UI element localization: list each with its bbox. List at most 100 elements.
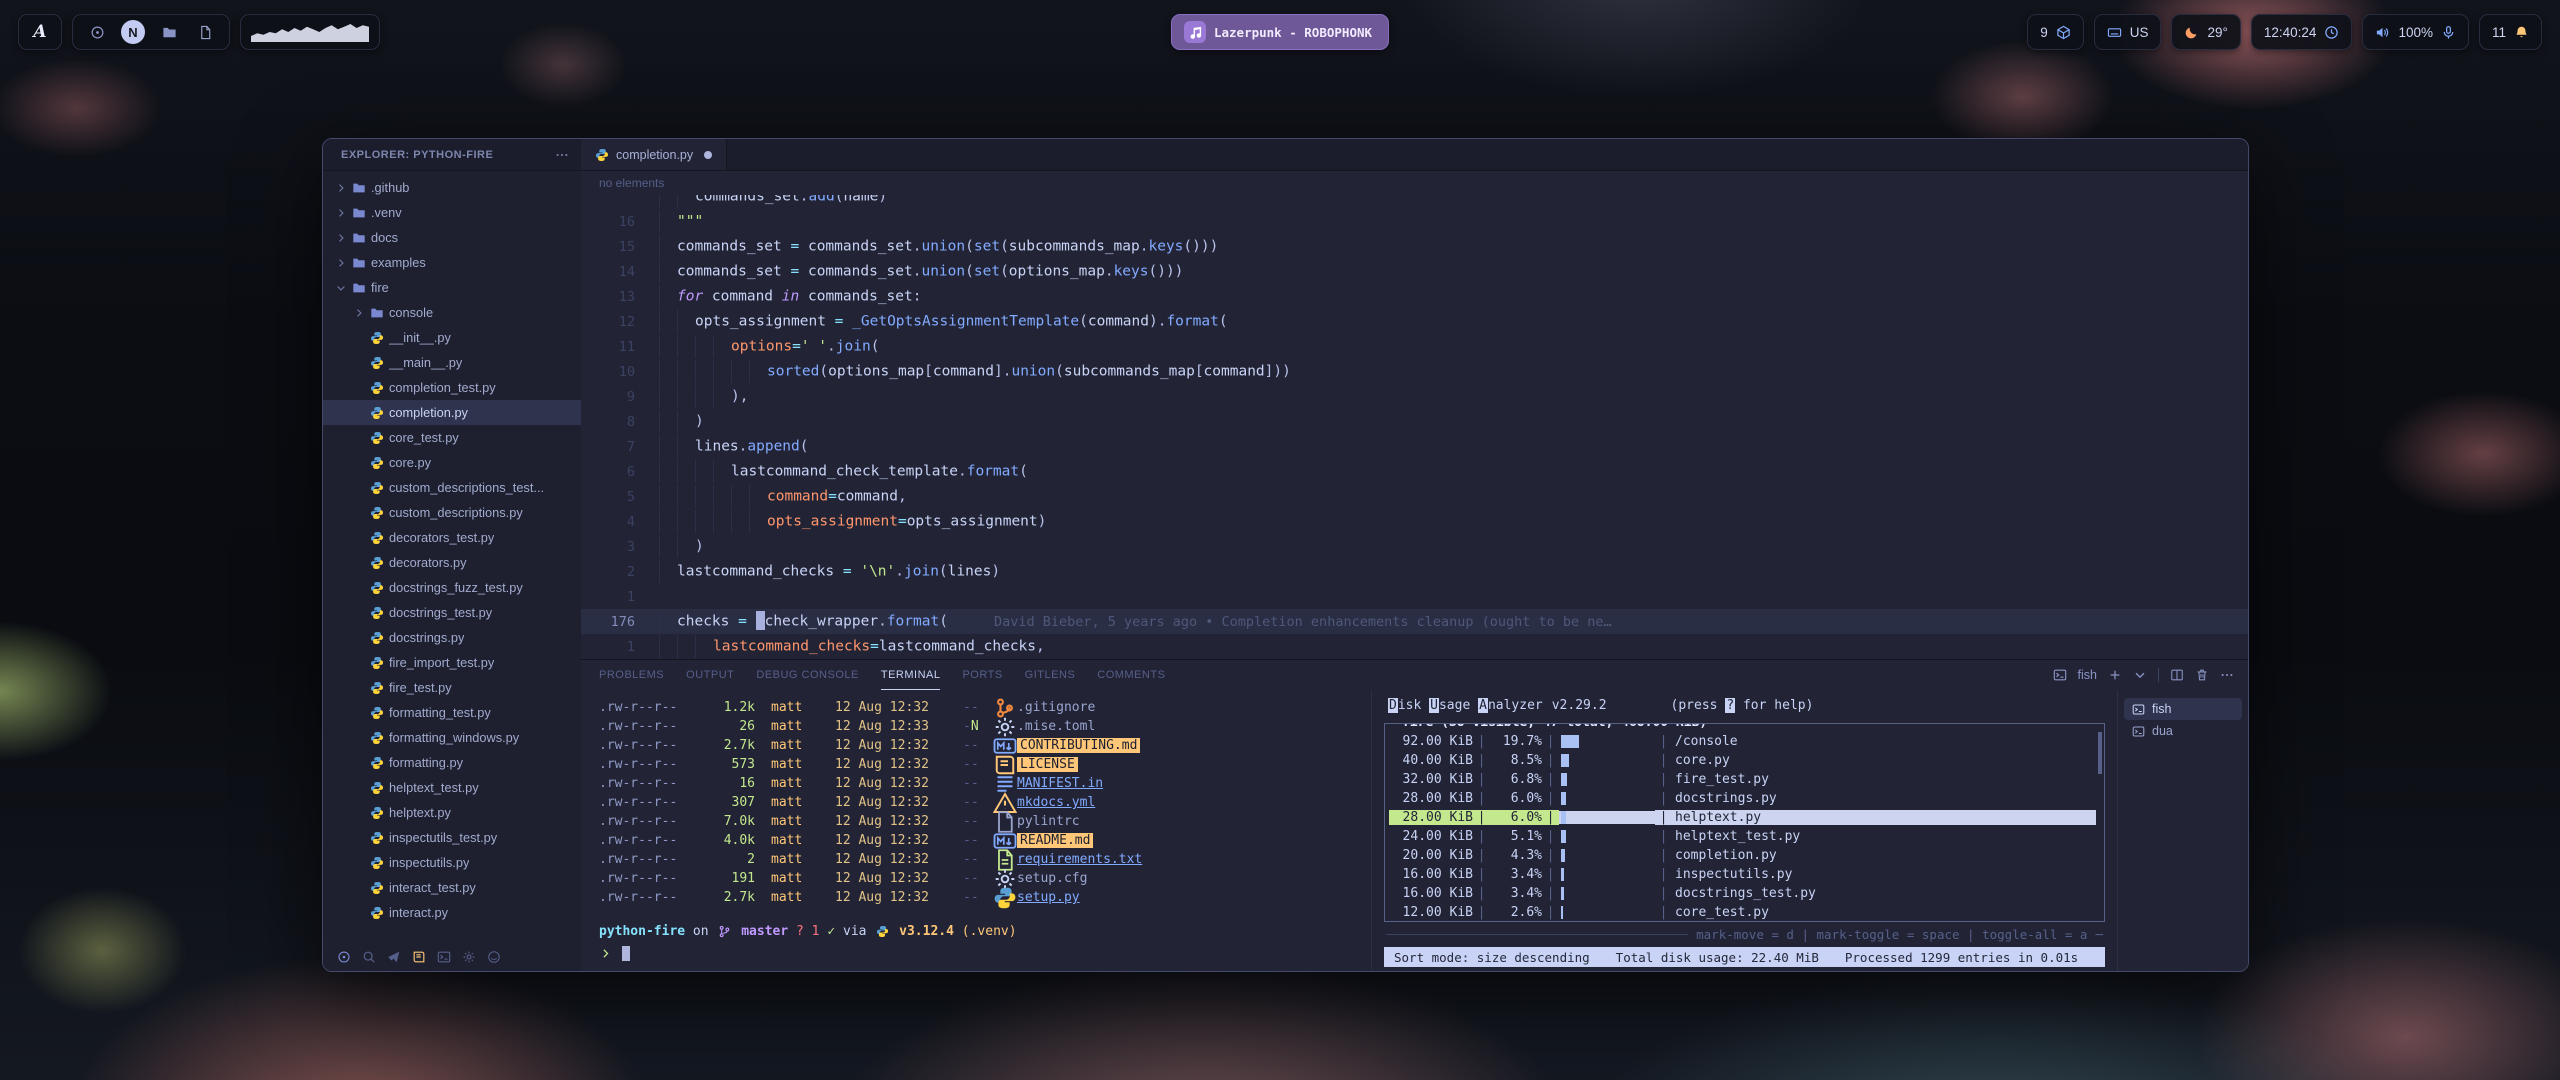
send-icon[interactable] <box>387 950 401 964</box>
code-line[interactable]: 15commands_set = commands_set.union(set(… <box>581 234 2248 259</box>
dua-row-helptext.py[interactable]: 28.00 KiB|6.0%||helptext.py <box>1389 808 2096 827</box>
code-line[interactable]: 14commands_set = commands_set.union(set(… <box>581 259 2248 284</box>
explorer-item-docs[interactable]: docs <box>323 225 581 250</box>
code-line[interactable]: 3) <box>581 534 2248 559</box>
code-line[interactable]: 2lastcommand_checks = '\n'.join(lines) <box>581 559 2248 584</box>
explorer-item-examples[interactable]: examples <box>323 250 581 275</box>
explorer-item-__init__.py[interactable]: __init__.py <box>323 325 581 350</box>
explorer-more-actions-icon[interactable] <box>555 148 569 162</box>
terminal-tab-dua[interactable]: dua <box>2124 720 2242 742</box>
explorer-item-interact.py[interactable]: interact.py <box>323 900 581 925</box>
clock-widget[interactable]: 12:40:24 <box>2251 14 2353 50</box>
gear-icon[interactable] <box>462 950 476 964</box>
workspace-4[interactable] <box>193 20 217 44</box>
terminal-profile-label[interactable]: fish <box>2078 668 2097 682</box>
explorer-item-helptext.py[interactable]: helptext.py <box>323 800 581 825</box>
terminal-filename[interactable]: README.md <box>1017 833 1093 848</box>
code-line[interactable]: 13for command in commands_set: <box>581 284 2248 309</box>
smiley-icon[interactable] <box>487 950 501 964</box>
code-line[interactable]: commands_set.add(name) <box>581 195 2248 209</box>
code-editor[interactable]: commands_set.add(name)16"""15commands_se… <box>581 195 2248 659</box>
updates-widget[interactable]: 9 <box>2027 14 2084 50</box>
explorer-item-custom_descriptions_test...[interactable]: custom_descriptions_test... <box>323 475 581 500</box>
code-line[interactable]: 11options=' '.join( <box>581 334 2248 359</box>
app-launcher-button[interactable]: A <box>18 14 62 50</box>
weather-widget[interactable]: 29° <box>2171 14 2240 50</box>
explorer-item-docstrings.py[interactable]: docstrings.py <box>323 625 581 650</box>
kill-terminal-icon[interactable] <box>2195 668 2209 682</box>
code-line[interactable]: 7lines.append( <box>581 434 2248 459</box>
tab-completion-py[interactable]: completion.py <box>581 139 727 170</box>
code-line[interactable]: 1lastcommand_checks=lastcommand_checks, <box>581 634 2248 659</box>
dua-row-fire_test.py[interactable]: 32.00 KiB|6.8%||fire_test.py <box>1389 770 2096 789</box>
disk-usage-pane[interactable]: Disk Usage Analyzer v2.29.2 (press ? for… <box>1371 690 2117 971</box>
terminal-filename[interactable]: CONTRIBUTING.md <box>1017 738 1140 753</box>
explorer-item-fire_import_test.py[interactable]: fire_import_test.py <box>323 650 581 675</box>
terminal-filename[interactable]: requirements.txt <box>1017 852 1142 867</box>
chevron-down-icon[interactable] <box>2133 668 2147 682</box>
terminal-tab-fish[interactable]: fish <box>2124 698 2242 720</box>
panel-tab-ports[interactable]: PORTS <box>962 660 1002 690</box>
code-line[interactable]: 4opts_assignment=opts_assignment) <box>581 509 2248 534</box>
system-monitor-graph[interactable] <box>240 14 380 50</box>
dua-row-docstrings_test.py[interactable]: 16.00 KiB|3.4%||docstrings_test.py <box>1389 884 2096 903</box>
code-line[interactable]: 8) <box>581 409 2248 434</box>
explorer-item-inspectutils_test.py[interactable]: inspectutils_test.py <box>323 825 581 850</box>
explorer-item-completion.py[interactable]: completion.py <box>323 400 581 425</box>
term-icon[interactable] <box>437 950 451 964</box>
split-terminal-icon[interactable] <box>2170 668 2184 682</box>
explorer-item-.github[interactable]: .github <box>323 175 581 200</box>
explorer-item-core_test.py[interactable]: core_test.py <box>323 425 581 450</box>
explorer-item-helptext_test.py[interactable]: helptext_test.py <box>323 775 581 800</box>
circle-dot-icon[interactable] <box>337 950 351 964</box>
explorer-item-__main__.py[interactable]: __main__.py <box>323 350 581 375</box>
dua-row-helptext_test.py[interactable]: 24.00 KiB|5.1%||helptext_test.py <box>1389 827 2096 846</box>
panel-tab-problems[interactable]: PROBLEMS <box>599 660 664 690</box>
code-line[interactable]: 16""" <box>581 209 2248 234</box>
terminal-filename[interactable]: setup.cfg <box>1017 871 1087 886</box>
book-icon[interactable] <box>412 950 426 964</box>
terminal-filename[interactable]: pylintrc <box>1017 814 1080 829</box>
notifications-widget[interactable]: 11 <box>2479 14 2542 50</box>
dua-row-inspectutils.py[interactable]: 16.00 KiB|3.4%||inspectutils.py <box>1389 865 2096 884</box>
code-line[interactable]: 1 <box>581 584 2248 609</box>
explorer-item-completion_test.py[interactable]: completion_test.py <box>323 375 581 400</box>
code-line[interactable]: 6lastcommand_check_template.format( <box>581 459 2248 484</box>
terminal-filename[interactable]: MANIFEST.in <box>1017 776 1103 791</box>
panel-tab-output[interactable]: OUTPUT <box>686 660 734 690</box>
panel-tab-debug-console[interactable]: DEBUG CONSOLE <box>756 660 858 690</box>
code-line[interactable]: 9), <box>581 384 2248 409</box>
explorer-item-custom_descriptions.py[interactable]: custom_descriptions.py <box>323 500 581 525</box>
explorer-item-formatting_windows.py[interactable]: formatting_windows.py <box>323 725 581 750</box>
dua-file-list[interactable]: fire (38 visible, 47 total, 468.00 KiB) … <box>1384 723 2105 922</box>
audio-widget[interactable]: 100% <box>2362 14 2469 50</box>
terminal-filename[interactable]: .mise.toml <box>1017 719 1095 734</box>
terminal-filename[interactable]: mkdocs.yml <box>1017 795 1095 810</box>
workspace-2[interactable]: N <box>121 20 145 44</box>
shell-prompt-caret[interactable] <box>599 943 1371 963</box>
terminal-filename[interactable]: .gitignore <box>1017 700 1095 715</box>
code-line[interactable]: 5command=command, <box>581 484 2248 509</box>
new-terminal-icon[interactable] <box>2108 668 2122 682</box>
dua-row-core.py[interactable]: 40.00 KiB|8.5%||core.py <box>1389 751 2096 770</box>
explorer-item-console[interactable]: console <box>323 300 581 325</box>
explorer-item-decorators_test.py[interactable]: decorators_test.py <box>323 525 581 550</box>
workspace-1[interactable] <box>85 20 109 44</box>
breadcrumb[interactable]: no elements <box>581 171 2248 195</box>
explorer-item-decorators.py[interactable]: decorators.py <box>323 550 581 575</box>
panel-tab-gitlens[interactable]: GITLENS <box>1025 660 1076 690</box>
terminal-filename[interactable]: setup.py <box>1017 890 1080 905</box>
dua-row-completion.py[interactable]: 20.00 KiB|4.3%||completion.py <box>1389 846 2096 865</box>
explorer-item-formatting.py[interactable]: formatting.py <box>323 750 581 775</box>
code-line[interactable]: 10sorted(options_map[command].union(subc… <box>581 359 2248 384</box>
dua-row-console[interactable]: 92.00 KiB|19.7%||/console <box>1389 732 2096 751</box>
explorer-item-inspectutils.py[interactable]: inspectutils.py <box>323 850 581 875</box>
keyboard-layout-widget[interactable]: US <box>2094 14 2162 50</box>
explorer-item-fire_test.py[interactable]: fire_test.py <box>323 675 581 700</box>
terminal-filename[interactable]: LICENSE <box>1017 757 1078 772</box>
terminal-pane[interactable]: .rw-r--r--1.2kmatt12 Aug 12:32--.gitigno… <box>581 690 1371 971</box>
dua-row-docstrings.py[interactable]: 28.00 KiB|6.0%||docstrings.py <box>1389 789 2096 808</box>
media-player-widget[interactable]: Lazerpunk - ROBOPHONK <box>1171 14 1389 50</box>
search-icon[interactable] <box>362 950 376 964</box>
panel-tab-comments[interactable]: COMMENTS <box>1097 660 1165 690</box>
